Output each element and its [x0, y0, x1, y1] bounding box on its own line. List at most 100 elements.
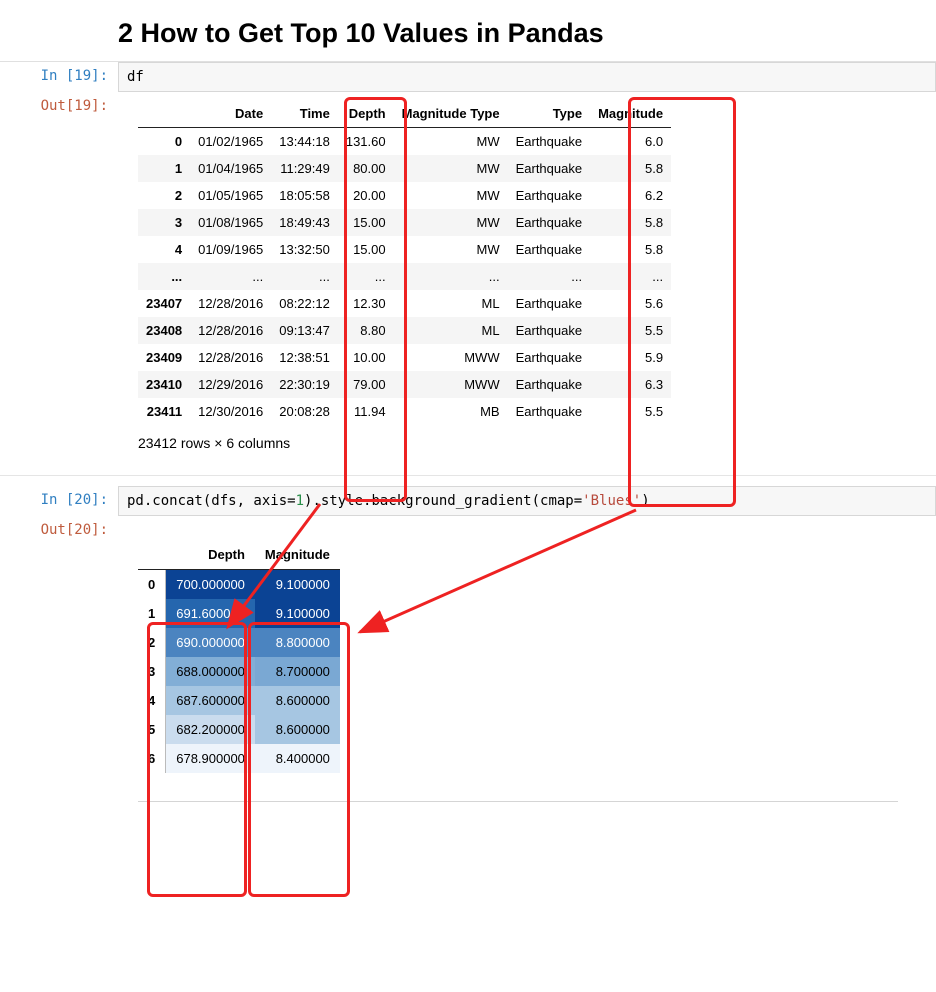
table-header-row: Date Time Depth Magnitude Type Type Magn…: [138, 100, 671, 128]
cell-value: 11:29:49: [271, 155, 338, 182]
code-input-19[interactable]: df: [118, 62, 936, 92]
table-row: 201/05/196518:05:5820.00MWEarthquake6.2: [138, 182, 671, 209]
cell-value: Earthquake: [508, 128, 591, 156]
cell-value: 13:44:18: [271, 128, 338, 156]
cell-value: 5.8: [590, 236, 671, 263]
magnitude-cell: 9.100000: [255, 599, 340, 628]
cell-19-output: Out[19]: Date Time Depth Magnitude Type …: [0, 92, 936, 461]
col-time: Time: [271, 100, 338, 128]
table-row: 2340912/28/201612:38:5110.00MWWEarthquak…: [138, 344, 671, 371]
magnitude-cell: 8.700000: [255, 657, 340, 686]
table-row: 2340812/28/201609:13:478.80MLEarthquake5…: [138, 317, 671, 344]
cell-value: 08:22:12: [271, 290, 338, 317]
cell-value: 09:13:47: [271, 317, 338, 344]
cell-value: MW: [394, 209, 508, 236]
cell-value: 5.9: [590, 344, 671, 371]
output-and-next: Out[19]: Date Time Depth Magnitude Type …: [0, 92, 936, 802]
col-depth: Depth: [338, 100, 394, 128]
cell-value: 18:49:43: [271, 209, 338, 236]
col-date: Date: [190, 100, 271, 128]
table-row: 2341112/30/201620:08:2811.94MBEarthquake…: [138, 398, 671, 425]
cell-value: ...: [590, 263, 671, 290]
cell-value: 5.6: [590, 290, 671, 317]
col-magtype: Magnitude Type: [394, 100, 508, 128]
styled-row: 1691.6000009.100000: [138, 599, 340, 628]
col2-mag: Magnitude: [255, 540, 340, 570]
cell-value: 10.00: [338, 344, 394, 371]
cell-value: 01/05/1965: [190, 182, 271, 209]
output-prompt-20: Out[20]:: [0, 516, 118, 538]
output-area-20: Depth Magnitude 0700.0000009.1000001691.…: [118, 516, 936, 802]
depth-cell: 691.600000: [166, 599, 255, 628]
styled-row: 2690.0000008.800000: [138, 628, 340, 657]
cell-20-output: Out[20]: Depth Magnitude 0700.0000009.10…: [0, 516, 936, 802]
cell-value: 15.00: [338, 236, 394, 263]
cell-value: Earthquake: [508, 398, 591, 425]
table-row: 001/02/196513:44:18131.60MWEarthquake6.0: [138, 128, 671, 156]
styled-row: 0700.0000009.100000: [138, 570, 340, 600]
row-index: 3: [138, 209, 190, 236]
col2-depth: Depth: [166, 540, 255, 570]
cell-value: ML: [394, 290, 508, 317]
table-row: 301/08/196518:49:4315.00MWEarthquake5.8: [138, 209, 671, 236]
cell-value: MB: [394, 398, 508, 425]
styled-row: 3688.0000008.700000: [138, 657, 340, 686]
input-prompt-20: In [20]:: [0, 486, 118, 508]
cell-value: MW: [394, 182, 508, 209]
styled-table-20: Depth Magnitude 0700.0000009.1000001691.…: [138, 540, 340, 773]
cell-value: 5.8: [590, 155, 671, 182]
depth-cell: 700.000000: [166, 570, 255, 600]
cell-value: MWW: [394, 344, 508, 371]
cell-value: 18:05:58: [271, 182, 338, 209]
row-index: 4: [138, 686, 166, 715]
cell-value: Earthquake: [508, 290, 591, 317]
table-row: 2341012/29/201622:30:1979.00MWWEarthquak…: [138, 371, 671, 398]
cell-value: ...: [271, 263, 338, 290]
row-index: 3: [138, 657, 166, 686]
table-row: .....................: [138, 263, 671, 290]
cell-value: 6.3: [590, 371, 671, 398]
col-type: Type: [508, 100, 591, 128]
dataframe-table-19: Date Time Depth Magnitude Type Type Magn…: [138, 100, 671, 425]
row-index: 2: [138, 628, 166, 657]
cell-value: Earthquake: [508, 317, 591, 344]
cell-value: 12/30/2016: [190, 398, 271, 425]
row-index: 23409: [138, 344, 190, 371]
cell-value: MWW: [394, 371, 508, 398]
cell-value: 12/28/2016: [190, 344, 271, 371]
table-row: 101/04/196511:29:4980.00MWEarthquake5.8: [138, 155, 671, 182]
cell-value: 5.8: [590, 209, 671, 236]
cell-value: 22:30:19: [271, 371, 338, 398]
magnitude-cell: 8.800000: [255, 628, 340, 657]
depth-cell: 688.000000: [166, 657, 255, 686]
cell-value: 12:38:51: [271, 344, 338, 371]
depth-cell: 678.900000: [166, 744, 255, 773]
cell-value: 131.60: [338, 128, 394, 156]
magnitude-cell: 8.600000: [255, 715, 340, 744]
cell-value: MW: [394, 155, 508, 182]
styled-row: 6678.9000008.400000: [138, 744, 340, 773]
cell-value: 15.00: [338, 209, 394, 236]
row-index: 23407: [138, 290, 190, 317]
cell-value: Earthquake: [508, 182, 591, 209]
styled-row: 4687.6000008.600000: [138, 686, 340, 715]
row-index: 0: [138, 570, 166, 600]
df-shape-footer: 23412 rows × 6 columns: [138, 425, 936, 461]
cell-value: 8.80: [338, 317, 394, 344]
cell-value: 13:32:50: [271, 236, 338, 263]
cell-value: 20.00: [338, 182, 394, 209]
cell-value: 11.94: [338, 398, 394, 425]
row-index: ...: [138, 263, 190, 290]
cell-value: ML: [394, 317, 508, 344]
styled-row: 5682.2000008.600000: [138, 715, 340, 744]
row-index: 23411: [138, 398, 190, 425]
cell-value: 5.5: [590, 317, 671, 344]
cell-20-input: In [20]: pd.concat(dfs, axis=1).style.ba…: [0, 486, 936, 516]
code-input-20[interactable]: pd.concat(dfs, axis=1).style.background_…: [118, 486, 936, 516]
cell-19-input: In [19]: df: [0, 62, 936, 92]
styled-header-row: Depth Magnitude: [138, 540, 340, 570]
cell-value: 5.5: [590, 398, 671, 425]
cell-value: MW: [394, 236, 508, 263]
depth-cell: 690.000000: [166, 628, 255, 657]
row-index: 6: [138, 744, 166, 773]
